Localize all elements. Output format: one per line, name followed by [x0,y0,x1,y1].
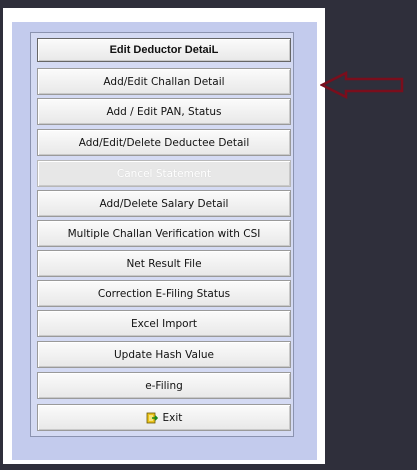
menu-item-label: Add / Edit PAN, Status [106,105,222,118]
menu-item-label: Add/Delete Salary Detail [99,197,229,210]
menu-item-label: Exit [162,411,183,424]
menu-item-label: Excel Import [131,317,197,330]
edit-deductor-detail-button[interactable]: Edit Deductor DetaiL [37,38,291,62]
menu-item-label: Multiple Challan Verification with CSI [67,227,261,240]
menu-item-label: Add/Edit Challan Detail [103,75,225,88]
e-filing-button[interactable]: e-Filing [37,372,291,399]
menu-item-label: Cancel Statement [116,167,212,180]
menu-item-label: Net Result File [126,257,202,270]
menu-item-label: e-Filing [145,379,183,392]
add-edit-delete-deductee-detail-button[interactable]: Add/Edit/Delete Deductee Detail [37,129,291,156]
update-hash-value-button[interactable]: Update Hash Value [37,341,291,368]
add-edit-challan-detail-button[interactable]: Add/Edit Challan Detail [37,68,291,95]
menu-item-label: Correction E-Filing Status [97,287,231,300]
cancel-statement-button[interactable]: Cancel Statement [37,160,291,187]
correction-efiling-status-button[interactable]: Correction E-Filing Status [37,280,291,307]
net-result-file-button[interactable]: Net Result File [37,250,291,277]
multiple-challan-verification-button[interactable]: Multiple Challan Verification with CSI [37,220,291,247]
left-arrow-icon [320,70,404,100]
menu-item-label: Update Hash Value [114,348,214,361]
add-delete-salary-detail-button[interactable]: Add/Delete Salary Detail [37,190,291,217]
menu-item-label: Add/Edit/Delete Deductee Detail [78,136,250,149]
add-edit-pan-status-button[interactable]: Add / Edit PAN, Status [37,98,291,125]
edit-deductor-detail-label: Edit Deductor DetaiL [109,44,219,56]
excel-import-button[interactable]: Excel Import [37,310,291,337]
exit-button[interactable]: Exit [37,404,291,431]
exit-door-icon [146,412,158,424]
